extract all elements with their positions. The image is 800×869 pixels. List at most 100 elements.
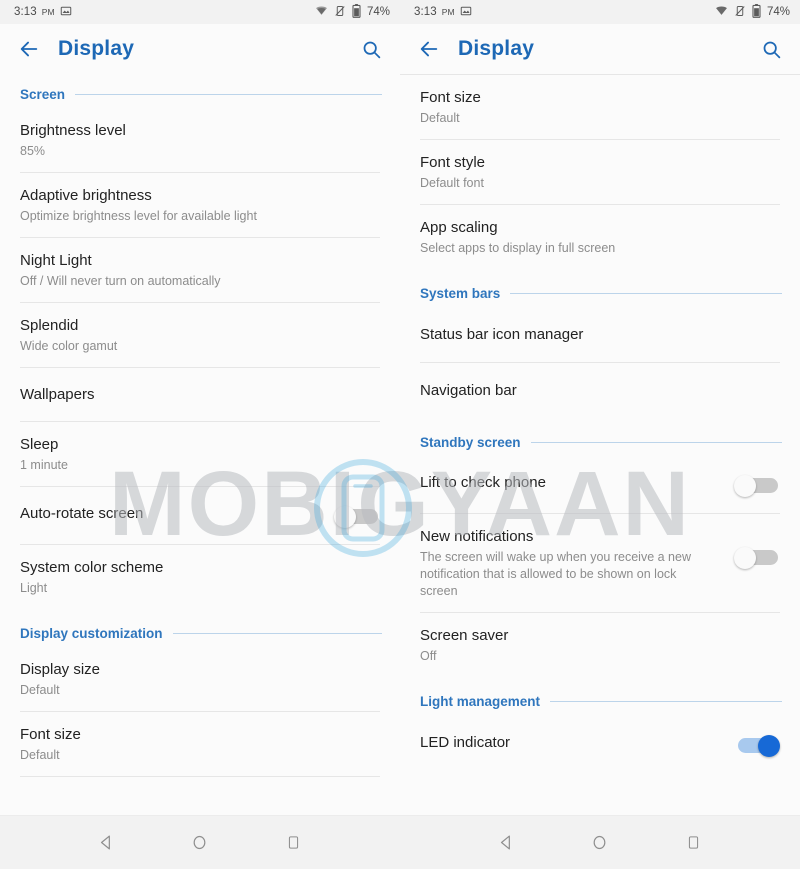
- dual-screenshot-container: 3:13 PM 74% Display Screen Brightness le…: [0, 0, 800, 869]
- nav-back-triangle-icon[interactable]: [90, 826, 124, 860]
- settings-list-left[interactable]: Screen Brightness level 85% Adaptive bri…: [0, 74, 400, 815]
- row-subtitle: Off: [420, 649, 437, 663]
- list-item[interactable]: Screen saver Off: [400, 613, 800, 678]
- new-notifications-toggle[interactable]: [734, 547, 780, 569]
- row-texts: Font size Default: [420, 88, 780, 127]
- list-item[interactable]: Brightness level 85%: [0, 108, 400, 173]
- row-subtitle: Off / Will never turn on automatically: [20, 274, 221, 288]
- list-item[interactable]: Splendid Wide color gamut: [0, 303, 400, 368]
- battery-icon: [752, 3, 761, 21]
- list-item[interactable]: System color scheme Light: [0, 545, 400, 610]
- section-label: System bars: [420, 286, 501, 301]
- row-title: App scaling: [420, 219, 498, 236]
- search-icon[interactable]: [358, 36, 384, 62]
- status-bar-clock: 3:13: [414, 6, 437, 18]
- section-rule: [75, 94, 382, 95]
- nav-back-triangle-icon[interactable]: [490, 826, 524, 860]
- row-subtitle: Default: [20, 683, 60, 697]
- status-bar-right: 3:13 PM 74%: [400, 0, 800, 24]
- row-texts: Sleep 1 minute: [20, 435, 380, 474]
- status-bar-left-group: 3:13 PM: [14, 5, 72, 20]
- row-subtitle: Default: [420, 111, 460, 125]
- row-subtitle: Default: [20, 748, 60, 762]
- list-item[interactable]: Night Light Off / Will never turn on aut…: [0, 238, 400, 303]
- list-item[interactable]: New notifications The screen will wake u…: [400, 514, 800, 613]
- list-item[interactable]: Font style Default font: [400, 140, 800, 205]
- row-title: Font size: [20, 726, 81, 743]
- list-item[interactable]: Wallpapers: [0, 368, 400, 422]
- toggle-knob: [758, 735, 780, 757]
- status-bar-right-group: 74%: [315, 3, 390, 21]
- row-title: Adaptive brightness: [20, 187, 152, 204]
- row-title: Lift to check phone: [420, 474, 546, 491]
- row-title: Night Light: [20, 252, 92, 269]
- row-title: Navigation bar: [420, 382, 517, 399]
- section-rule: [530, 442, 782, 443]
- nav-recents-square-icon[interactable]: [676, 826, 710, 860]
- toggle-knob: [734, 475, 756, 497]
- list-item[interactable]: Font size Default: [400, 74, 800, 140]
- toggle-knob: [334, 506, 356, 528]
- status-bar-ampm: PM: [441, 7, 455, 17]
- led-indicator-toggle[interactable]: [734, 735, 780, 757]
- battery-percentage: 74%: [366, 6, 390, 18]
- list-item[interactable]: Sleep 1 minute: [0, 422, 400, 487]
- navigation-bar-left[interactable]: [0, 815, 400, 869]
- row-title: Status bar icon manager: [420, 326, 584, 343]
- back-arrow-icon[interactable]: [416, 36, 442, 62]
- section-header-standby-screen: Standby screen: [400, 419, 800, 456]
- left-phone-screen: 3:13 PM 74% Display Screen Brightness le…: [0, 0, 400, 869]
- row-texts: Font size Default: [20, 725, 380, 764]
- nav-home-circle-icon[interactable]: [583, 826, 617, 860]
- list-item[interactable]: Display size Default: [0, 647, 400, 712]
- list-item[interactable]: Font size Default: [0, 712, 400, 777]
- app-bar-right: Display: [400, 24, 800, 74]
- list-item[interactable]: Auto-rotate screen: [0, 487, 400, 545]
- row-title: Splendid: [20, 317, 79, 334]
- row-subtitle: Wide color gamut: [20, 339, 118, 353]
- row-texts: Screen saver Off: [420, 626, 780, 665]
- battery-percentage: 74%: [766, 6, 790, 18]
- section-label: Screen: [20, 87, 66, 102]
- row-texts: LED indicator: [420, 733, 722, 753]
- section-header-screen: Screen: [0, 74, 400, 108]
- row-texts: Navigation bar: [420, 381, 780, 401]
- section-label: Display customization: [20, 626, 163, 641]
- row-texts: Status bar icon manager: [420, 325, 780, 345]
- row-title: Auto-rotate screen: [20, 505, 144, 522]
- nav-recents-square-icon[interactable]: [276, 826, 310, 860]
- row-title: LED indicator: [420, 734, 511, 751]
- list-item[interactable]: Lift to check phone: [400, 456, 800, 514]
- settings-list-right[interactable]: Font size Default Font style Default fon…: [400, 74, 800, 815]
- list-item[interactable]: App scaling Select apps to display in fu…: [400, 205, 800, 270]
- back-arrow-icon[interactable]: [16, 36, 42, 62]
- row-texts: Brightness level 85%: [20, 121, 380, 160]
- image-icon: [460, 5, 472, 20]
- section-label: Standby screen: [420, 435, 521, 450]
- section-rule: [510, 293, 782, 294]
- toggle-knob: [734, 547, 756, 569]
- section-label: Light management: [420, 694, 541, 709]
- row-title: Wallpapers: [20, 386, 95, 403]
- nav-home-circle-icon[interactable]: [183, 826, 217, 860]
- section-header-light-management: Light management: [400, 678, 800, 715]
- section-header-display-customization: Display customization: [0, 610, 400, 647]
- status-bar-left: 3:13 PM 74%: [0, 0, 400, 24]
- status-bar-left-group: 3:13 PM: [414, 5, 472, 20]
- row-title: Font style: [420, 154, 486, 171]
- search-icon[interactable]: [758, 36, 784, 62]
- list-item[interactable]: LED indicator: [400, 715, 800, 775]
- auto-rotate-screen-toggle[interactable]: [334, 506, 380, 528]
- wifi-icon: [715, 4, 728, 20]
- row-subtitle: Select apps to display in full screen: [420, 241, 616, 255]
- navigation-bar-right[interactable]: [400, 815, 800, 869]
- row-texts: Wallpapers: [20, 385, 380, 405]
- vibrate-off-icon: [334, 5, 346, 20]
- lift-to-check-phone-toggle[interactable]: [734, 475, 780, 497]
- list-item[interactable]: Navigation bar: [400, 363, 800, 419]
- row-title: Display size: [20, 661, 101, 678]
- list-item[interactable]: Status bar icon manager: [400, 307, 800, 363]
- wifi-icon: [315, 4, 328, 20]
- row-title: Brightness level: [20, 122, 126, 139]
- list-item[interactable]: Adaptive brightness Optimize brightness …: [0, 173, 400, 238]
